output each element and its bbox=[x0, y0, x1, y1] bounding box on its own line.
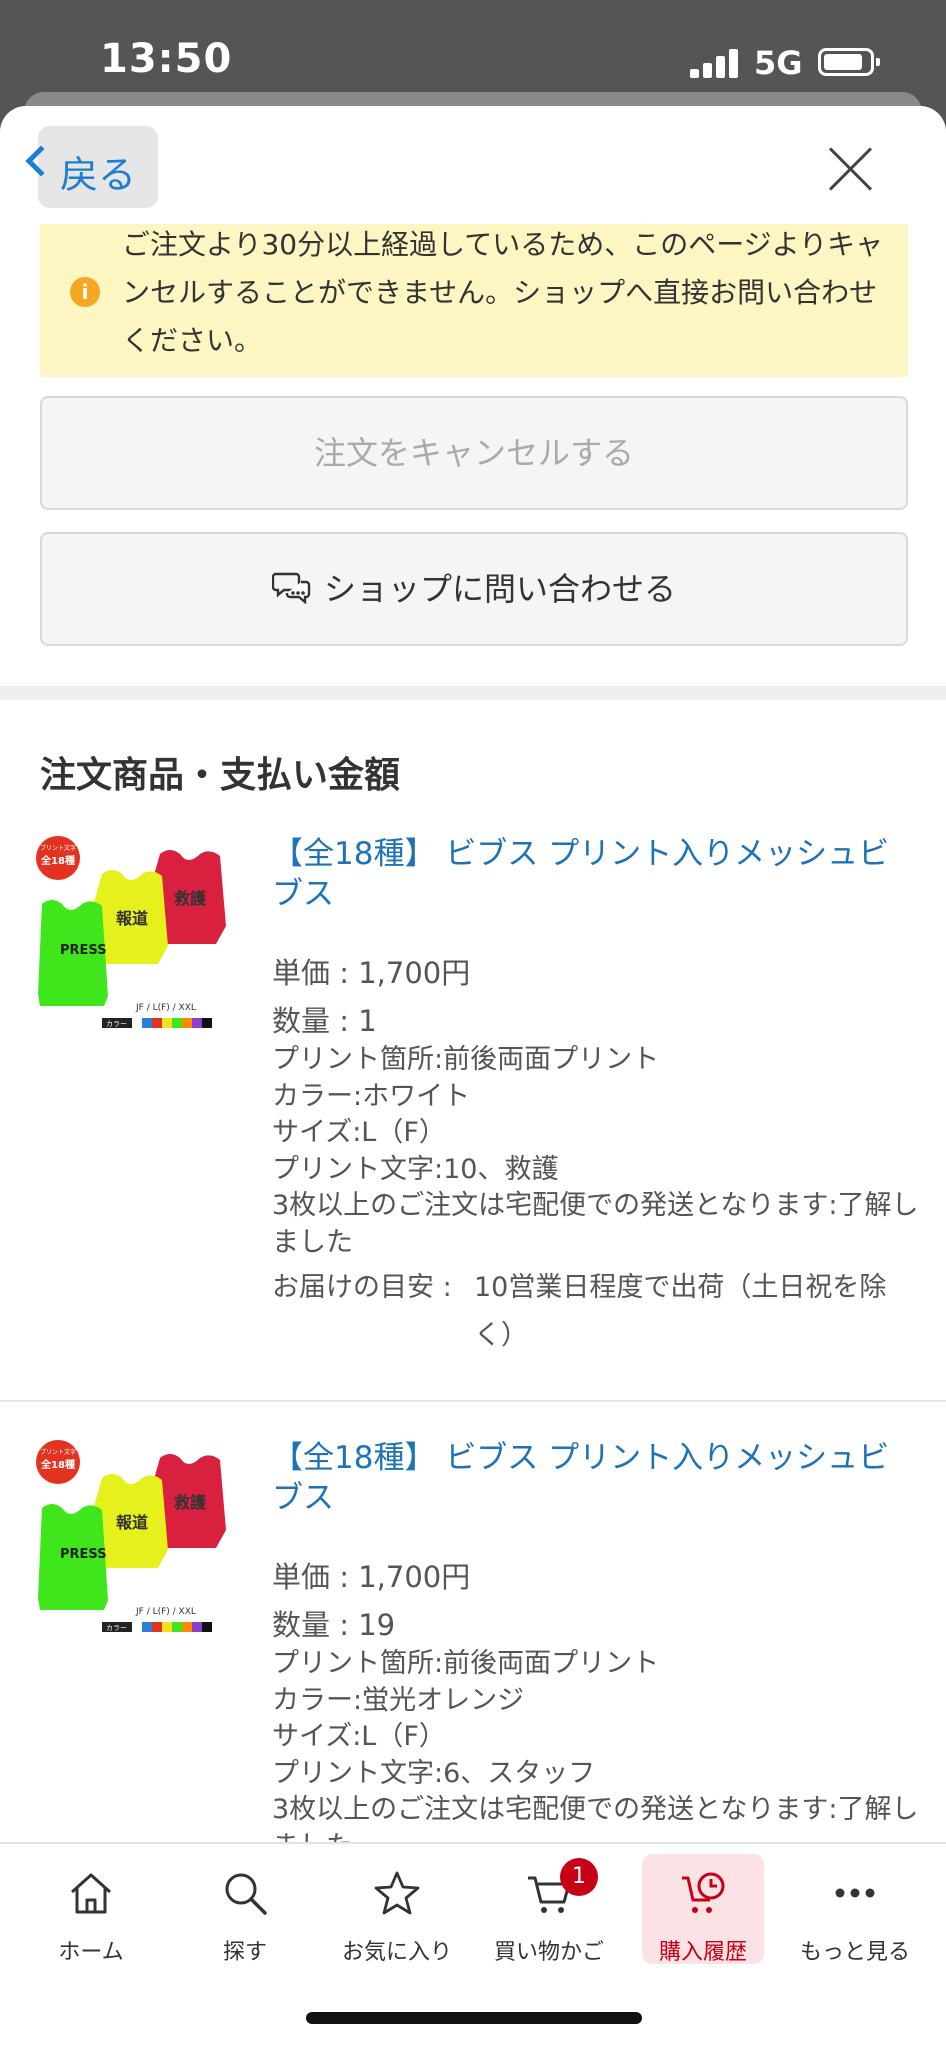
close-icon[interactable] bbox=[828, 146, 874, 192]
badge-top-text: プリント文字 bbox=[40, 844, 76, 852]
home-icon bbox=[70, 1873, 112, 1914]
tab-label: 買い物かご bbox=[493, 1940, 604, 1965]
delivery-value: 10営業日程度で出荷（土日祝を除く） bbox=[474, 1272, 887, 1351]
tab-search[interactable]: 探す bbox=[184, 1854, 306, 1965]
option-print-text: プリント文字:6、スタッフ bbox=[272, 1757, 596, 1789]
option-size: サイズ:L（F） bbox=[272, 1721, 446, 1752]
tab-purchase-history[interactable]: 購入履歴 bbox=[642, 1854, 764, 1965]
star-icon bbox=[374, 1871, 420, 1915]
chevron-left-icon bbox=[25, 145, 57, 177]
tab-label: 探す bbox=[222, 1940, 267, 1965]
option-print-text: プリント文字:10、救護 bbox=[272, 1153, 559, 1185]
cancel-notice: i ご注文より30分以上経過しているため、このページよりキャンセルすることができ… bbox=[40, 221, 908, 377]
option-size: サイズ:L（F） bbox=[272, 1117, 446, 1148]
battery-icon bbox=[818, 48, 880, 76]
size-text: JF / L(F) / XXL bbox=[135, 1003, 196, 1013]
home-indicator bbox=[306, 2012, 642, 2024]
notice-text: ご注文より30分以上経過しているため、このページよりキャンセルすることができませ… bbox=[122, 228, 884, 357]
product-title-link[interactable]: 【全18種】 ビブス プリント入りメッシュビブス bbox=[272, 1438, 912, 1518]
signal-icon bbox=[690, 48, 740, 78]
network-label: 5G bbox=[754, 44, 803, 82]
size-text: JF / L(F) / XXL bbox=[135, 1607, 196, 1617]
status-bar: 13:50 5G bbox=[0, 0, 946, 100]
quantity: 数量 : 19 bbox=[272, 1608, 396, 1642]
unit-price: 単価 : 1,700円 bbox=[272, 1560, 471, 1594]
section-title: 注文商品・支払い金額 bbox=[40, 755, 401, 796]
chat-icon bbox=[271, 572, 311, 604]
history-icon bbox=[682, 1872, 725, 1913]
color-label-text: カラー bbox=[106, 1020, 127, 1028]
bib-label-kyugo: 救護 bbox=[174, 889, 207, 908]
product-thumbnail[interactable]: 救護 報道 PRESS プリント文字 全18種 JF / L(F) / XXL … bbox=[36, 1438, 236, 1638]
bib-label-houdou: 報道 bbox=[116, 1513, 148, 1532]
option-shipping-note: 3枚以上のご注文は宅配便での発送となります:了解しました bbox=[272, 1190, 919, 1258]
back-button[interactable]: 戻る bbox=[25, 126, 158, 208]
cancel-order-button[interactable]: 注文をキャンセルする bbox=[40, 396, 908, 510]
quantity: 数量 : 1 bbox=[272, 1004, 377, 1038]
unit-price: 単価 : 1,700円 bbox=[272, 956, 471, 990]
contact-shop-button[interactable]: ショップに問い合わせる bbox=[40, 532, 908, 646]
bib-label-kyugo: 救護 bbox=[174, 1493, 207, 1512]
delivery-label: お届けの目安 : bbox=[272, 1272, 452, 1303]
sheet-header: 戻る bbox=[0, 106, 946, 224]
product-thumbnail[interactable]: 救護 報道 PRESS プリント文字 全18種 JF / L(F) / XXL … bbox=[36, 834, 236, 1034]
back-label: 戻る bbox=[60, 153, 137, 197]
item-options: プリント箇所:前後両面プリント カラー:蛍光オレンジ サイズ:L（F） プリント… bbox=[272, 1646, 922, 1865]
option-color: カラー:ホワイト bbox=[272, 1080, 471, 1112]
contact-shop-label: ショップに問い合わせる bbox=[323, 570, 676, 608]
info-icon: i bbox=[70, 277, 100, 307]
tab-label: もっと見る bbox=[799, 1940, 910, 1965]
badge-main-text: 全18種 bbox=[40, 1458, 75, 1471]
tab-label: ホーム bbox=[58, 1940, 124, 1965]
product-title-link[interactable]: 【全18種】 ビブス プリント入りメッシュビブス bbox=[272, 834, 912, 914]
tab-label: お気に入り bbox=[341, 1940, 452, 1965]
item-options: プリント箇所:前後両面プリント カラー:ホワイト サイズ:L（F） プリント文字… bbox=[272, 1042, 922, 1261]
tab-favorites[interactable]: お気に入り bbox=[336, 1854, 458, 1965]
bib-label-press: PRESS bbox=[60, 943, 107, 958]
more-icon bbox=[835, 1888, 875, 1898]
tab-more[interactable]: もっと見る bbox=[794, 1854, 916, 1965]
option-color: カラー:蛍光オレンジ bbox=[272, 1684, 525, 1716]
search-icon bbox=[225, 1873, 267, 1915]
item-divider bbox=[0, 1400, 946, 1402]
option-print-location: プリント箇所:前後両面プリント bbox=[272, 1044, 660, 1075]
color-label-text: カラー bbox=[106, 1624, 127, 1632]
status-time: 13:50 bbox=[100, 36, 233, 82]
bib-label-houdou: 報道 bbox=[116, 909, 148, 928]
badge-top-text: プリント文字 bbox=[40, 1448, 76, 1456]
bib-label-press: PRESS bbox=[60, 1547, 107, 1562]
badge-main-text: 全18種 bbox=[40, 854, 75, 867]
cart-badge: 1 bbox=[560, 1858, 598, 1896]
tab-cart[interactable]: 1 買い物かご bbox=[488, 1854, 610, 1965]
tab-home[interactable]: ホーム bbox=[30, 1854, 152, 1965]
section-divider bbox=[0, 686, 946, 700]
tab-label: 購入履歴 bbox=[658, 1940, 747, 1965]
option-print-location: プリント箇所:前後両面プリント bbox=[272, 1648, 660, 1679]
bottom-tab-bar: ホーム 探す お気に入り 1 買い物かご 購入履歴 もっと見る bbox=[0, 1842, 946, 2048]
order-detail-sheet: 戻る i ご注文より30分以上経過しているため、このページよりキャンセルすること… bbox=[0, 106, 946, 2048]
